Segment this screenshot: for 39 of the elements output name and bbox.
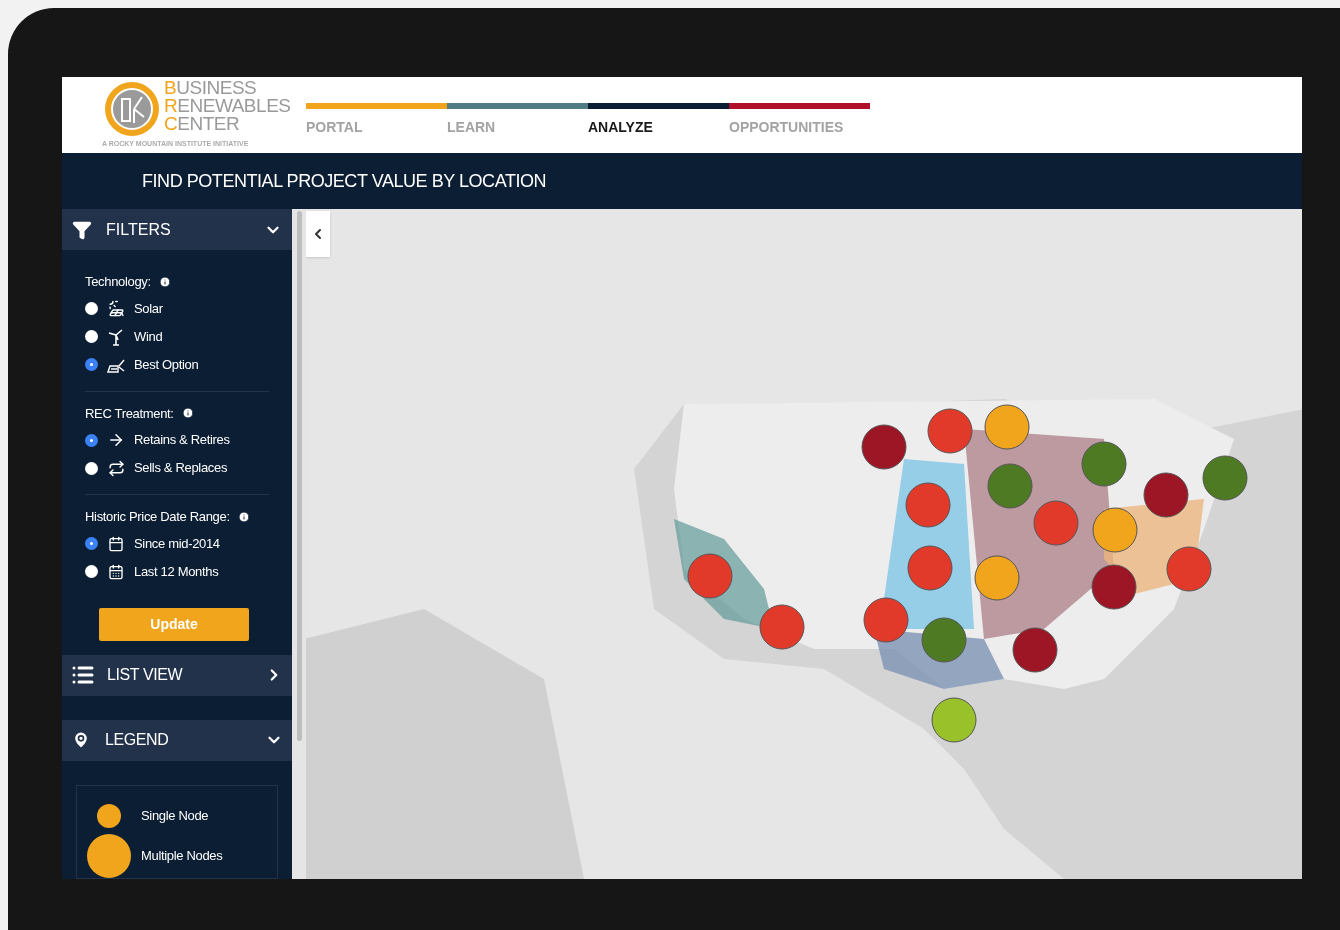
radio-button[interactable]	[85, 358, 98, 372]
info-icon	[158, 275, 171, 288]
radio-button[interactable]	[85, 302, 98, 316]
option-label: Sells & Replaces	[134, 459, 228, 478]
nav-tab[interactable]: ANALYZE	[588, 103, 729, 138]
large-node-icon	[87, 834, 131, 878]
radio-button[interactable]	[85, 433, 98, 447]
info-icon	[181, 407, 194, 420]
page-title: FIND POTENTIAL PROJECT VALUE BY LOCATION	[142, 169, 547, 193]
radio-button[interactable]	[85, 330, 98, 344]
option-label: Since mid-2014	[134, 534, 220, 553]
option-label: Solar	[134, 299, 163, 318]
option-label: Wind	[134, 327, 163, 346]
legend-label: Multiple Nodes	[141, 847, 223, 866]
small-node-icon	[97, 804, 121, 828]
collapse-sidebar-button[interactable]	[306, 211, 330, 257]
filter-label: Historic Price Date Range:	[85, 508, 230, 527]
wind-turbine-icon	[108, 327, 124, 346]
option-label: Retains & Retires	[134, 431, 230, 450]
filter-label: Technology:	[85, 273, 151, 292]
option-label: Last 12 Months	[134, 562, 219, 581]
solar-panel-icon	[107, 300, 125, 318]
repeat-icon	[107, 459, 125, 477]
legend-header[interactable]: LEGEND	[62, 719, 292, 761]
logo-text: BUSINESS	[164, 79, 258, 97]
radio-button[interactable]	[85, 461, 98, 475]
filters-header[interactable]: FILTERS	[62, 209, 292, 251]
logo-text: RENEWABLES	[164, 97, 291, 115]
filter-label: REC Treatment:	[85, 404, 174, 423]
radio-button[interactable]	[85, 537, 98, 551]
filter-icon	[72, 219, 92, 240]
list-view-header[interactable]: LIST VIEW	[62, 654, 292, 696]
calendar-icon	[108, 563, 124, 580]
calendar-icon	[108, 535, 124, 552]
logo-text: CENTER	[164, 115, 241, 133]
radio-button[interactable]	[85, 565, 98, 579]
legend-label: Single Node	[141, 807, 209, 826]
info-icon	[237, 510, 250, 523]
option-label: Best Option	[134, 355, 199, 374]
